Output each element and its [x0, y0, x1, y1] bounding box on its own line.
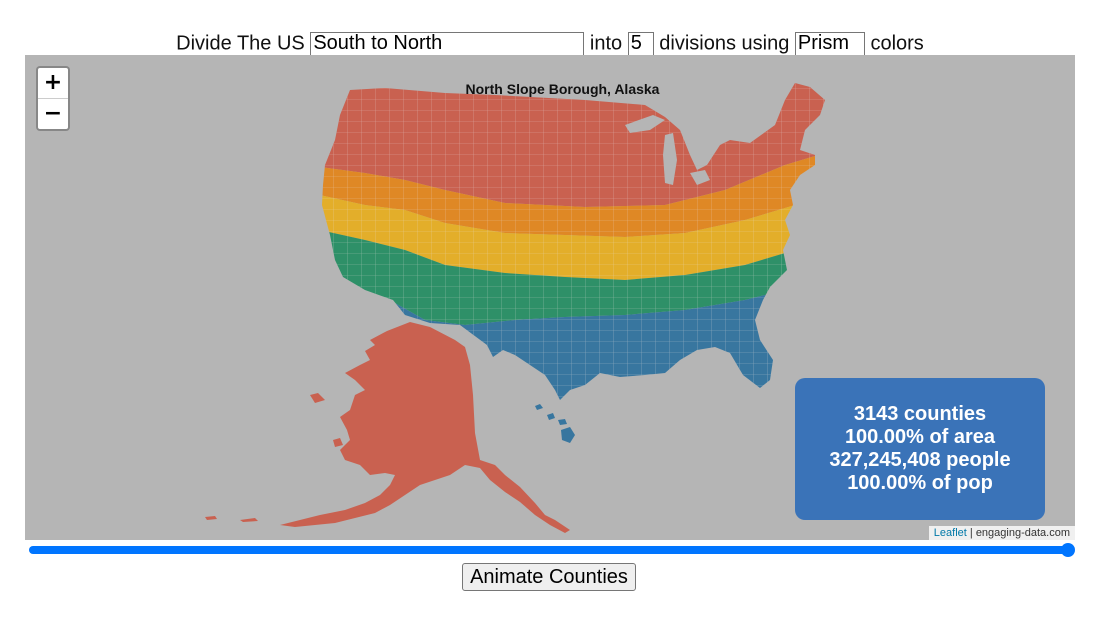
zoom-out-button[interactable]: −: [38, 99, 68, 129]
map-attribution: Leaflet | engaging-data.com: [928, 526, 1075, 540]
colors-label: colors: [870, 32, 924, 55]
attribution-separator: |: [966, 527, 976, 539]
county-slider[interactable]: [25, 543, 1075, 557]
hawaii-island: [558, 419, 567, 425]
slider-thumb[interactable]: [1061, 543, 1075, 557]
hawaii-big-island: [561, 427, 575, 443]
leaflet-link[interactable]: Leaflet: [934, 527, 967, 539]
alaska-island: [310, 393, 325, 403]
stats-panel: 3143 counties 100.00% of area 327,245,40…: [795, 378, 1045, 520]
color-scheme-input[interactable]: [794, 31, 865, 56]
zoom-in-button[interactable]: +: [38, 68, 68, 99]
stats-area: 100.00% of area: [844, 426, 996, 448]
aleutian-islands: [205, 516, 217, 520]
hawaii-island: [535, 404, 543, 410]
slider-track[interactable]: [29, 546, 1071, 554]
divisions-label: divisions using: [659, 32, 790, 55]
stats-counties: 3143 counties: [853, 403, 987, 425]
divisions-count-input[interactable]: [627, 31, 654, 56]
division-controls: Divide The US into divisions using color…: [0, 30, 1100, 57]
prefix-label: Divide The US: [176, 32, 305, 55]
stats-pop: 100.00% of pop: [847, 472, 993, 494]
map-container[interactable]: North Slope Borough, Alaska + − 3143 cou…: [25, 55, 1075, 540]
zoom-control: + −: [36, 66, 70, 131]
alaska-island: [333, 438, 343, 447]
hover-county-label: North Slope Borough, Alaska: [465, 81, 660, 97]
aleutian-islands: [240, 518, 258, 522]
direction-input[interactable]: [310, 31, 585, 56]
into-label: into: [589, 32, 623, 55]
attribution-source: engaging-data.com: [975, 527, 1070, 539]
stats-people: 327,245,408 people: [829, 449, 1011, 471]
animate-counties-button[interactable]: Animate Counties: [462, 563, 636, 591]
hawaii-island: [547, 413, 555, 420]
